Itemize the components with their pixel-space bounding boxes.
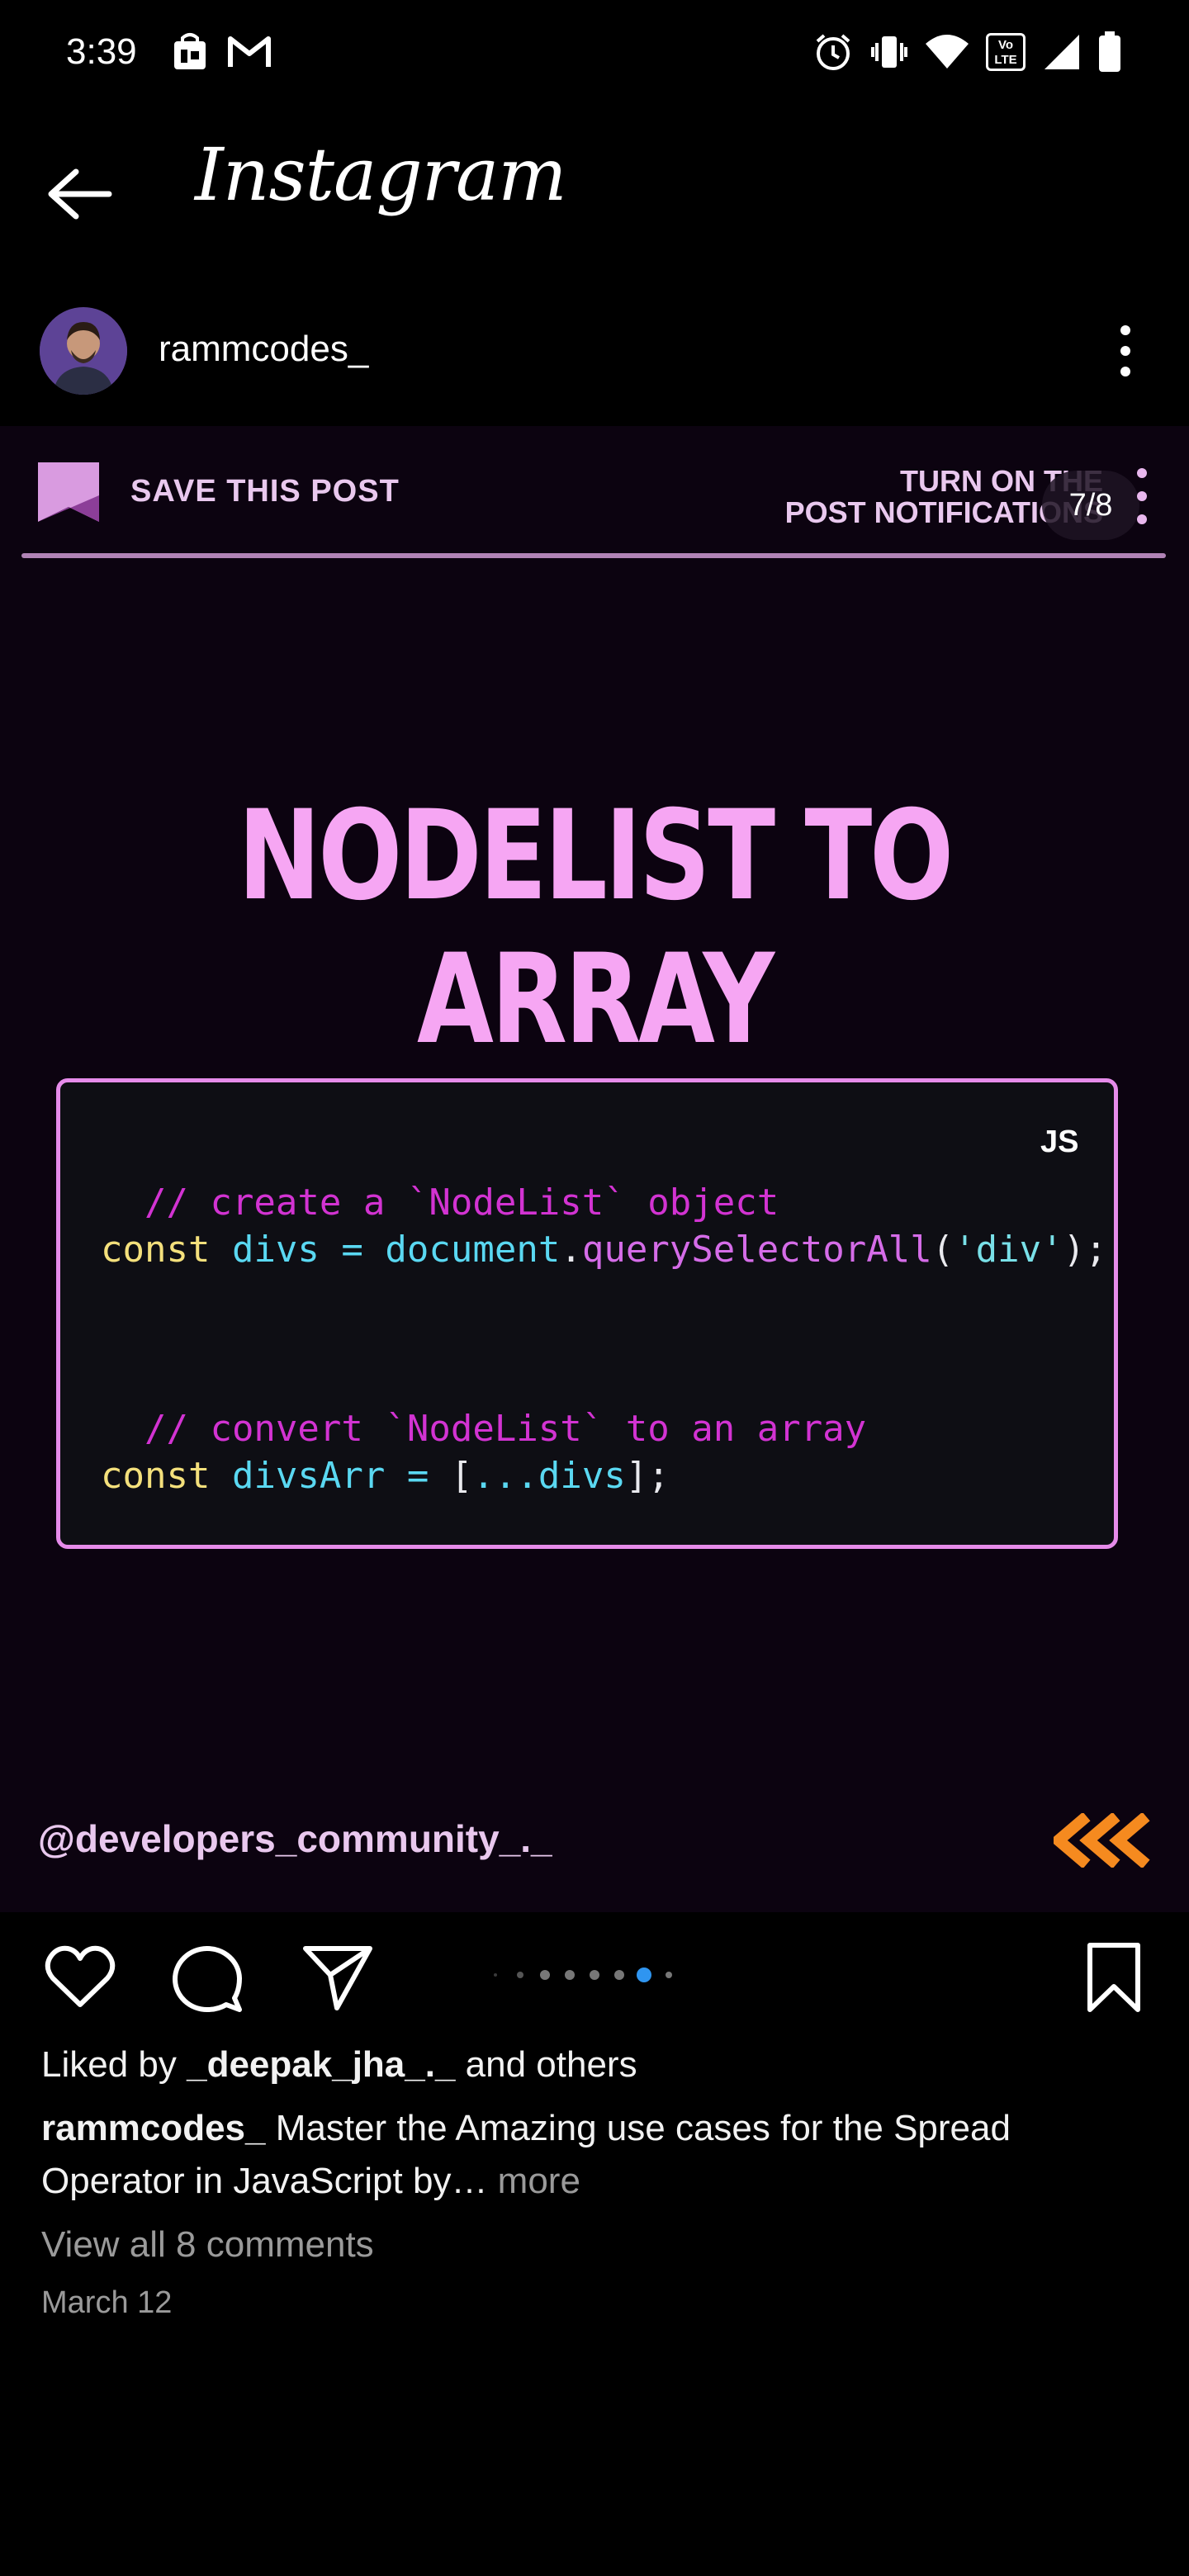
carousel-indicator: [490, 1965, 680, 1985]
shopping-bag-icon: [165, 31, 215, 73]
post-username[interactable]: rammcodes_: [159, 329, 368, 370]
comment-icon[interactable]: [170, 1940, 244, 2015]
post-date: March 12: [41, 2285, 173, 2320]
signal-icon: [1039, 31, 1085, 73]
post-caption: rammcodes_ Master the Amazing use cases …: [41, 2108, 1011, 2201]
wifi-icon: [923, 31, 971, 73]
instagram-logo: Instagram: [195, 132, 567, 217]
code-line-4: const divsArr = [...divs];: [101, 1455, 670, 1497]
avatar[interactable]: [40, 307, 127, 395]
send-icon[interactable]: [301, 1940, 375, 2015]
code-line-2: const divs = document.querySelectorAll('…: [101, 1229, 1107, 1271]
post-divider: [21, 553, 1166, 558]
battery-icon: [1092, 31, 1128, 73]
status-time: 3:39: [66, 31, 137, 72]
bookmark-icon[interactable]: [1077, 1940, 1151, 2015]
bookmark-flag-icon: [38, 462, 99, 522]
code-line-3: // convert `NodeList` to an array: [144, 1408, 867, 1450]
save-this-post-label: SAVE THIS POST: [130, 474, 400, 509]
likes-summary: Liked by _deepak_jha_._ and others: [41, 2044, 637, 2085]
view-comments-link[interactable]: View all 8 comments: [41, 2224, 374, 2266]
slide-menu-dots-icon: [1136, 467, 1148, 525]
code-line-1: // create a `NodeList` object: [144, 1181, 779, 1224]
heart-icon[interactable]: [43, 1940, 117, 2015]
vibrate-icon: [867, 31, 912, 73]
status-bar: 3:39 Vo LTE: [0, 0, 1189, 107]
gmail-icon: [225, 31, 274, 73]
watermark-handle: @developers_community_._: [38, 1817, 552, 1860]
slide-counter: 7/8: [1042, 471, 1139, 540]
alarm-icon: [811, 31, 855, 73]
back-arrow-icon[interactable]: [43, 165, 117, 223]
volte-icon: Vo LTE: [983, 31, 1029, 73]
caption-more-link[interactable]: more: [487, 2161, 580, 2201]
caption-username[interactable]: rammcodes_: [41, 2108, 265, 2148]
post-headline: NODELIST TO ARRAY: [238, 784, 954, 1072]
code-language-badge: JS: [1040, 1125, 1079, 1159]
more-options-icon[interactable]: [1111, 324, 1139, 378]
swipe-chevrons-icon: [1049, 1811, 1156, 1869]
liked-by-user[interactable]: _deepak_jha_._: [187, 2044, 455, 2085]
